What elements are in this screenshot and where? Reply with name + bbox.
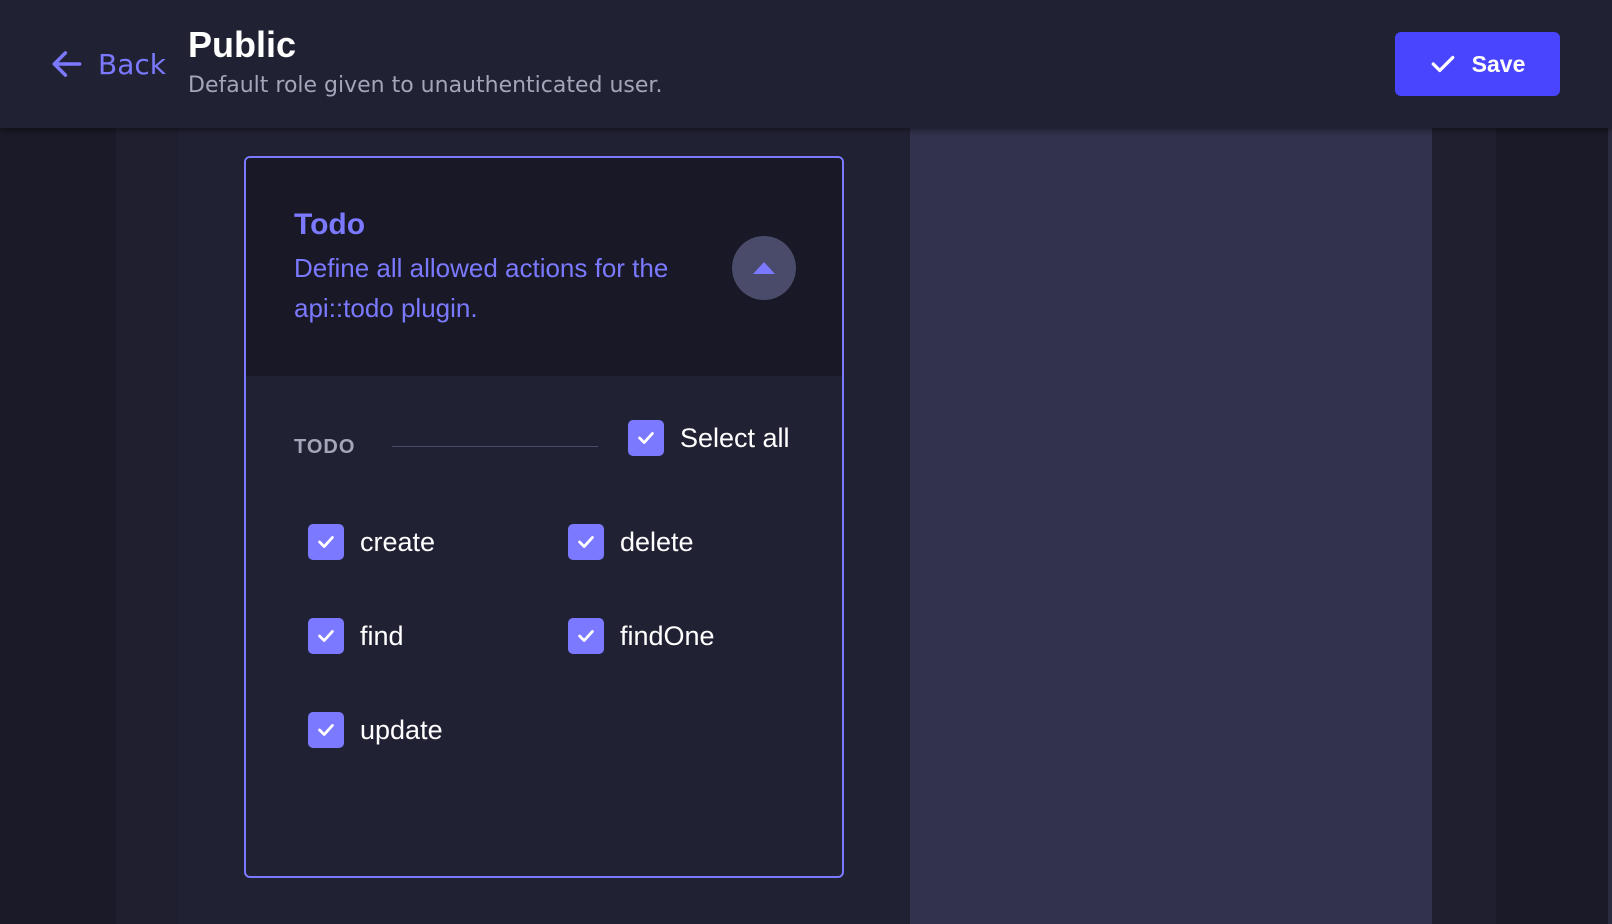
plugin-permissions-card: Todo Define all allowed actions for the … — [244, 156, 844, 878]
permission-label: delete — [620, 526, 694, 557]
checkbox-box[interactable] — [628, 420, 664, 456]
side-panel — [910, 128, 1432, 924]
caret-up-icon — [753, 262, 775, 274]
permission-label: findOne — [620, 620, 715, 651]
save-button[interactable]: Save — [1395, 32, 1560, 96]
background-left-gutter — [0, 128, 116, 924]
checkbox-box[interactable] — [308, 712, 344, 748]
back-label: Back — [98, 47, 166, 81]
window-right-edge — [1608, 0, 1612, 924]
checkbox-box[interactable] — [568, 524, 604, 560]
permission-create[interactable]: create — [308, 524, 435, 560]
permission-label: update — [360, 714, 443, 745]
permission-findone[interactable]: findOne — [568, 618, 715, 654]
check-icon — [578, 536, 594, 548]
checkbox-box[interactable] — [308, 524, 344, 560]
plugin-description: Define all allowed actions for the api::… — [294, 253, 669, 323]
check-icon — [1431, 55, 1455, 73]
page-subtitle: Default role given to unauthenticated us… — [188, 73, 663, 98]
background-right-gutter — [1496, 128, 1612, 924]
page-title: Public — [188, 24, 297, 65]
check-icon — [318, 630, 334, 642]
plugin-title: Todo — [294, 208, 366, 241]
select-all-label: Select all — [680, 422, 790, 453]
permission-delete[interactable]: delete — [568, 524, 694, 560]
select-all-checkbox[interactable]: Select all — [628, 420, 790, 456]
permission-find[interactable]: find — [308, 618, 404, 654]
section-label: TODO — [294, 436, 356, 458]
check-icon — [578, 630, 594, 642]
section-divider — [392, 446, 598, 447]
permission-label: create — [360, 526, 436, 557]
arrow-left-icon — [52, 51, 82, 77]
check-icon — [318, 724, 334, 736]
back-link[interactable]: Back — [48, 44, 166, 84]
page: Back Public Default role given to unauth… — [0, 0, 1612, 924]
checkbox-box[interactable] — [568, 618, 604, 654]
collapse-toggle-button[interactable] — [732, 236, 796, 300]
page-header: Back Public Default role given to unauth… — [0, 0, 1612, 128]
checkbox-box[interactable] — [308, 618, 344, 654]
save-label: Save — [1471, 50, 1526, 77]
check-icon — [318, 536, 334, 548]
permission-label: find — [360, 620, 404, 651]
check-icon — [638, 432, 654, 444]
card-header[interactable]: Todo Define all allowed actions for the … — [246, 158, 842, 376]
permission-update[interactable]: update — [308, 712, 443, 748]
